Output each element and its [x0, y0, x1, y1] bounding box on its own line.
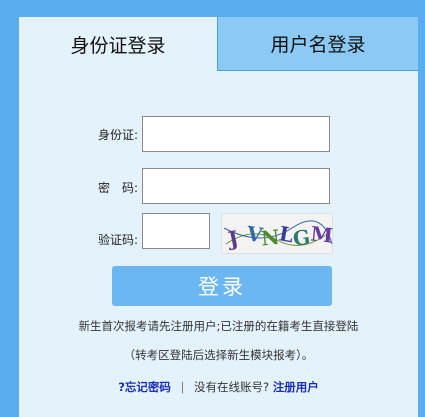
id-card-input[interactable] — [142, 116, 330, 152]
register-link[interactable]: 注册用户 — [273, 380, 319, 394]
register-hint-line2: （转考区登陆后选择新生模块报考）。 — [123, 348, 314, 362]
captcha-graphic: J VNLGM — [223, 220, 334, 252]
password-input[interactable] — [142, 168, 330, 204]
account-links: ?忘记密码 | 没有在线账号? 注册用户 — [19, 379, 418, 395]
captcha-input[interactable] — [142, 213, 210, 249]
password-label: 密 码: — [97, 181, 138, 195]
captcha-char: M — [310, 221, 334, 247]
captcha-image[interactable]: JVNLGM — [221, 213, 334, 254]
link-separator: | — [180, 380, 185, 394]
forgot-password-link[interactable]: ?忘记密码 — [118, 380, 171, 394]
id-card-label: 身份证: — [97, 128, 138, 142]
register-hint-line1: 新生首次报考请先注册用户;已注册的在籍考生直接登陆 — [78, 319, 359, 333]
no-account-text: 没有在线账号? — [194, 380, 270, 394]
tab-username-login-label: 用户名登录 — [270, 34, 366, 56]
captcha-label: 验证码: — [97, 233, 138, 247]
tab-username-login[interactable]: 用户名登录 — [217, 17, 418, 71]
tab-id-card-login-label: 身份证登录 — [70, 34, 166, 57]
tab-id-card-login[interactable]: 身份证登录 — [19, 17, 217, 71]
captcha-char: G — [291, 225, 311, 251]
login-button[interactable]: 登录 — [112, 266, 332, 306]
captcha-char: J — [224, 226, 240, 252]
